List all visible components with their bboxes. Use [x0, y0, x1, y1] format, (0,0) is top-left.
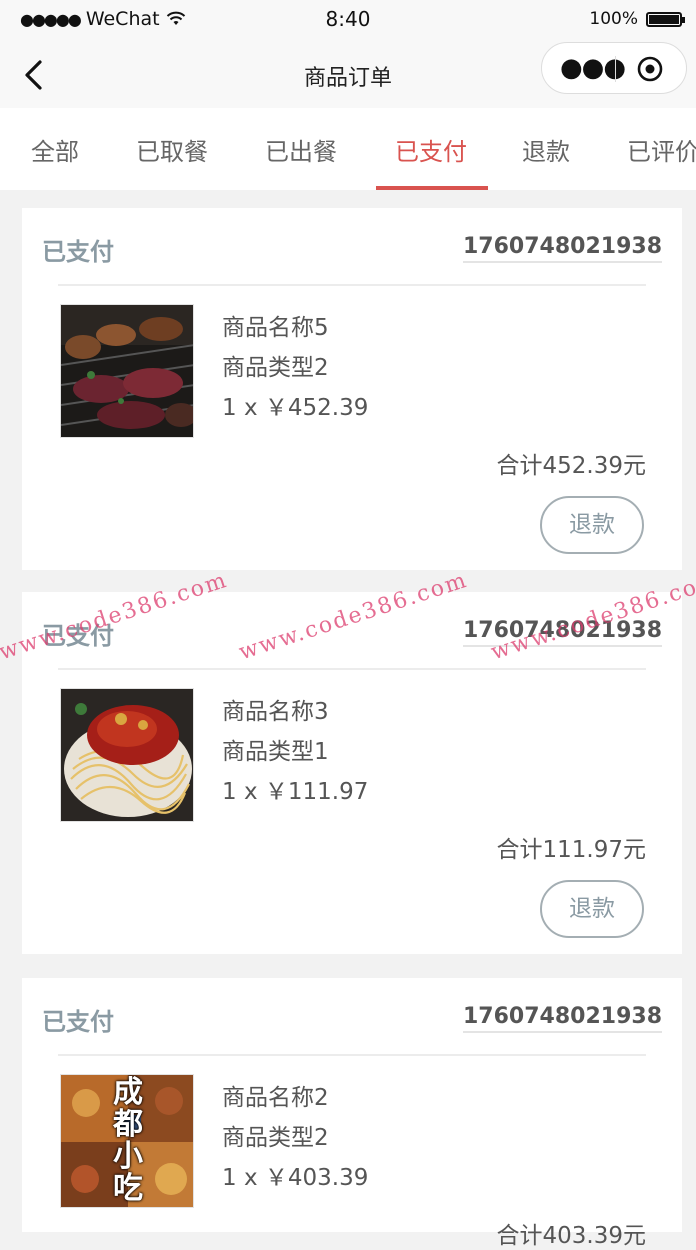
product-type: 商品类型1	[222, 739, 329, 765]
quantity-price: 1 x ￥403.39	[222, 1165, 369, 1191]
refund-button[interactable]: 退款	[540, 880, 644, 938]
product-type: 商品类型2	[222, 1125, 329, 1151]
order-card: 已支付 1760748021938 商品名称5 商品类型2 1 x ￥452.3…	[22, 208, 682, 570]
active-tab-indicator	[376, 186, 488, 190]
order-number: 1760748021938	[463, 618, 662, 647]
order-card: 已支付 1760748021938 成都小吃 商品名称2 商品类型2 1 x ￥…	[22, 978, 682, 1249]
order-total: 合计452.39元	[496, 453, 646, 479]
product-name: 商品名称2	[222, 1085, 329, 1111]
battery-icon	[646, 11, 685, 27]
tab-paid[interactable]: 已支付	[395, 132, 467, 167]
battery-fill	[649, 14, 679, 24]
order-number: 1760748021938	[463, 234, 662, 263]
product-info: 商品名称3 商品类型1 1 x ￥111.97	[222, 692, 368, 812]
product-info: 商品名称2 商品类型2 1 x ￥403.39	[222, 1078, 368, 1198]
order-status-tabs: 全部 已取餐 已出餐 已支付 退款 已评价	[0, 108, 696, 190]
order-number: 1760748021938	[463, 1004, 662, 1033]
order-card: 已支付 1760748021938 商品名称3 商品类型1 1 x ￥111.9…	[22, 592, 682, 954]
battery-percent: 100%	[589, 9, 638, 29]
tab-picked-up[interactable]: 已取餐	[136, 132, 208, 167]
quantity-price: 1 x ￥452.39	[222, 395, 369, 421]
battery-group: 100%	[589, 9, 685, 29]
product-image-caption: 成都小吃	[113, 1075, 143, 1206]
product-image-grilled-meat[interactable]	[60, 304, 194, 438]
tab-reviewed[interactable]: 已评价	[627, 132, 696, 167]
status-bar: ●●●●● WeChat 8:40 100%	[0, 0, 696, 40]
order-status: 已支付	[42, 622, 114, 650]
mini-program-capsule: ●●●	[541, 42, 687, 94]
quantity-price: 1 x ￥111.97	[222, 779, 369, 805]
capsule-divider	[615, 56, 616, 82]
order-total: 合计403.39元	[496, 1223, 646, 1249]
order-status: 已支付	[42, 1008, 114, 1036]
product-name: 商品名称3	[222, 699, 329, 725]
refund-button[interactable]: 退款	[540, 496, 644, 554]
product-name: 商品名称5	[222, 315, 329, 341]
close-mini-program-icon[interactable]	[636, 55, 664, 83]
nav-bar: 商品订单 ●●●	[0, 40, 696, 108]
order-total: 合计111.97元	[496, 837, 646, 863]
tab-served[interactable]: 已出餐	[265, 132, 337, 167]
product-info: 商品名称5 商品类型2 1 x ￥452.39	[222, 308, 368, 428]
card-divider	[58, 668, 646, 670]
tab-refund[interactable]: 退款	[522, 132, 570, 167]
tab-all[interactable]: 全部	[31, 132, 79, 167]
card-divider	[58, 284, 646, 286]
order-status: 已支付	[42, 238, 114, 266]
product-image-spaghetti[interactable]	[60, 688, 194, 822]
card-divider	[58, 1054, 646, 1056]
product-type: 商品类型2	[222, 355, 329, 381]
product-image-chengdu-snacks[interactable]: 成都小吃	[60, 1074, 194, 1208]
